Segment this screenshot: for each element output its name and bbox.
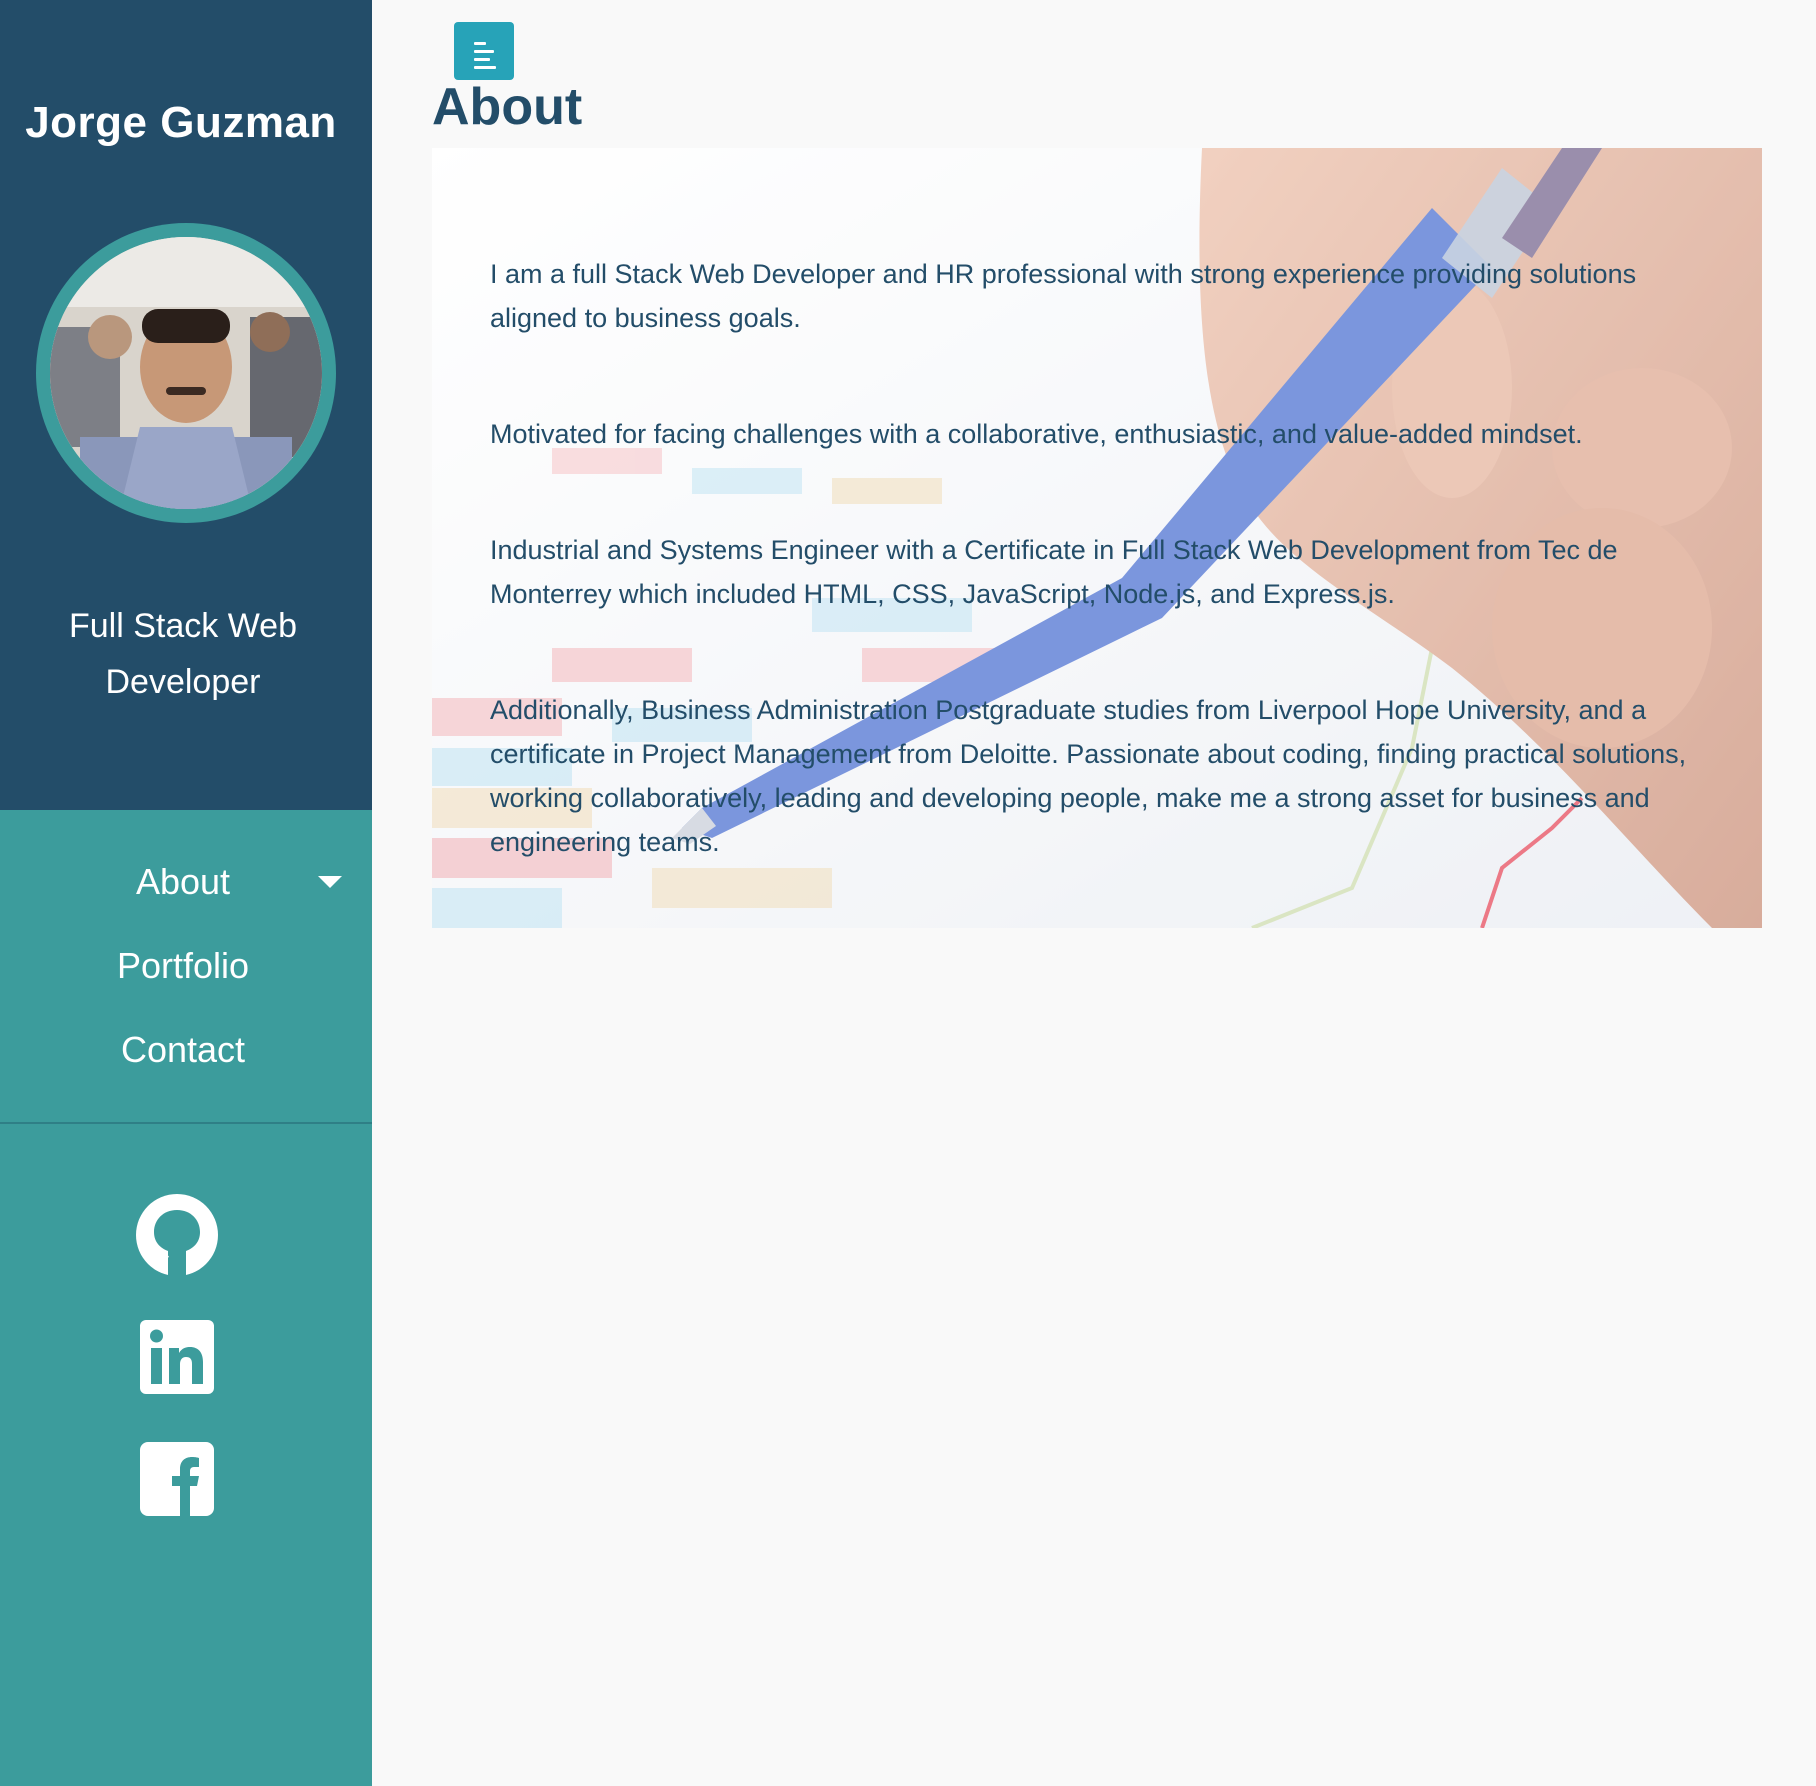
sidebar-header: Jorge Guzman Full Stack Web Developer — [0, 0, 372, 810]
nav-item-contact[interactable]: Contact — [0, 1008, 366, 1092]
profile-photo — [50, 237, 322, 509]
nav-item-label: About — [135, 861, 231, 902]
page-title: About — [432, 78, 583, 136]
linkedin-icon[interactable] — [136, 1316, 218, 1398]
nav-item-label: Portfolio — [116, 945, 250, 986]
nav-item-about[interactable]: About — [0, 840, 366, 924]
about-card: I am a full Stack Web Developer and HR p… — [432, 148, 1762, 928]
menu-toggle-icon — [474, 42, 496, 74]
facebook-icon[interactable] — [136, 1438, 218, 1520]
sidebar-toggle-button[interactable] — [454, 22, 514, 80]
sidebar-nav: About Portfolio Contact — [0, 840, 372, 1092]
about-paragraph: Additionally, Business Administration Po… — [490, 695, 1687, 857]
main-content: About I am a full Stack Web Developer an… — [372, 0, 1816, 1786]
about-paragraph: I am a full Stack Web Developer and HR p… — [490, 259, 1637, 333]
caret-down-icon[interactable] — [318, 876, 342, 888]
site-name[interactable]: Jorge Guzman — [0, 98, 362, 148]
about-paragraph: Industrial and Systems Engineer with a C… — [490, 535, 1618, 609]
sidebar-divider — [0, 1122, 372, 1124]
role-title: Full Stack Web Developer — [68, 607, 297, 701]
github-icon[interactable] — [136, 1194, 218, 1276]
sidebar: Jorge Guzman Full Stack Web Developer Ab… — [0, 0, 372, 1786]
nav-item-label: Contact — [120, 1029, 246, 1070]
avatar — [36, 223, 336, 523]
about-paragraph: Motivated for facing challenges with a c… — [490, 419, 1583, 449]
about-text: I am a full Stack Web Developer and HR p… — [490, 252, 1720, 928]
nav-item-portfolio[interactable]: Portfolio — [0, 924, 366, 1008]
